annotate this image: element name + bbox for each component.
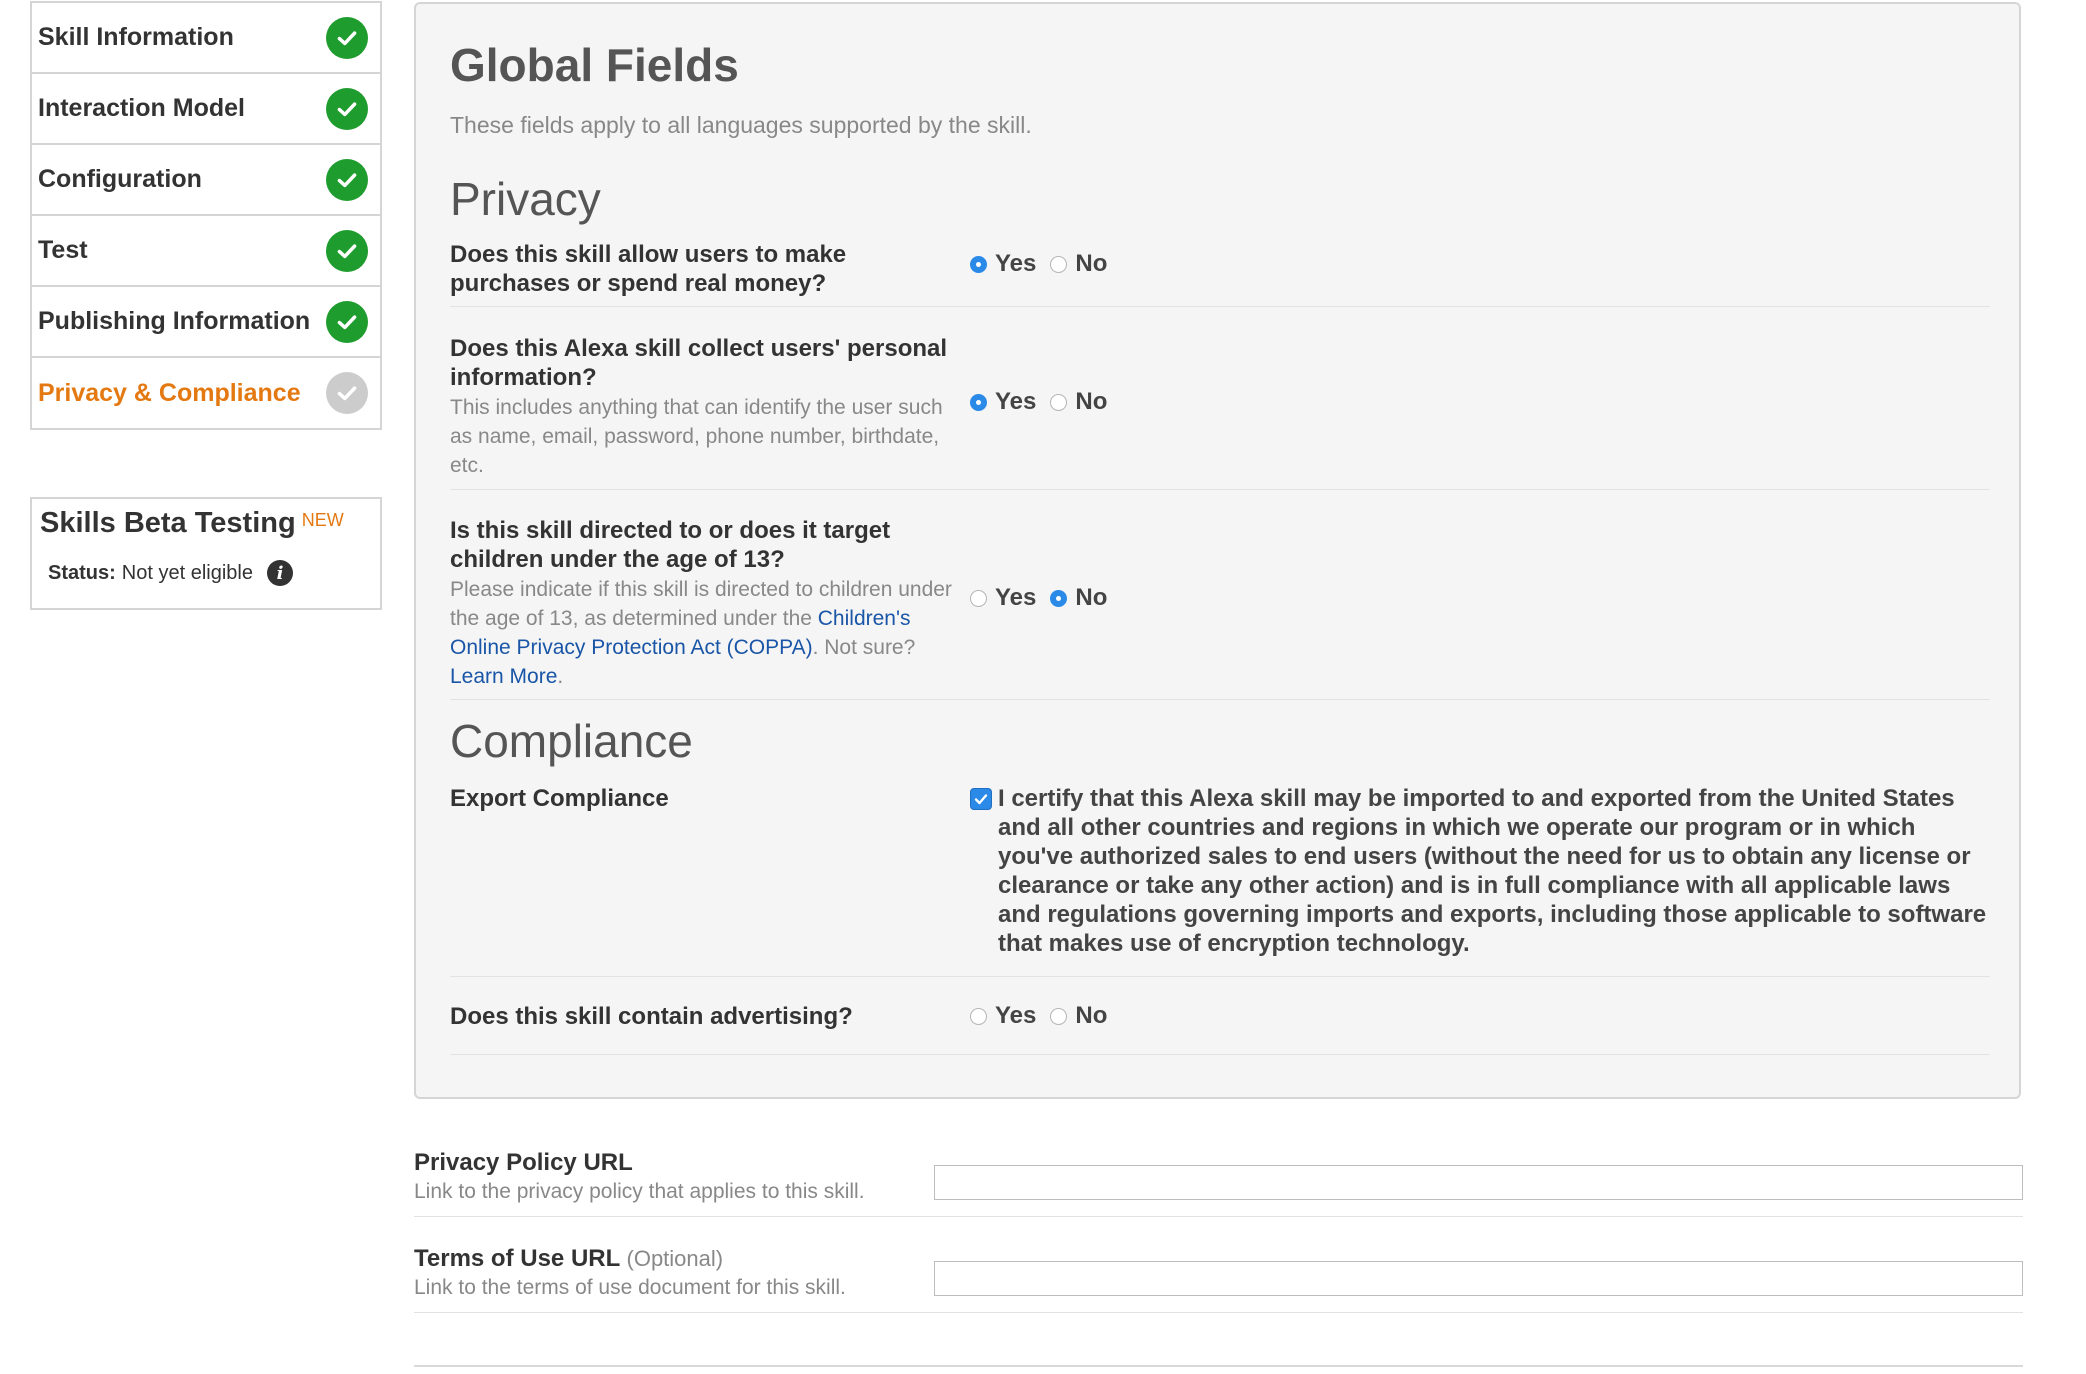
divider [450, 489, 1990, 490]
purchases-question: Does this skill allow users to make purc… [450, 240, 960, 298]
sidebar-nav: Skill Information Interaction Model Conf… [30, 1, 382, 430]
export-compliance-text: I certify that this Alexa skill may be i… [998, 785, 1987, 957]
radio-icon [1050, 393, 1068, 411]
check-circle-icon [326, 158, 368, 201]
sidebar-item-label: Privacy & Compliance [38, 378, 301, 407]
radio-icon [1050, 255, 1068, 273]
radio-icon [970, 589, 987, 607]
check-circle-icon [326, 229, 368, 272]
terms-of-use-label: Terms of Use URL (Optional) [414, 1245, 723, 1273]
terms-of-use-help: Link to the terms of use document for th… [414, 1276, 846, 1299]
check-circle-icon [326, 300, 368, 343]
children-help-text: . Not sure? [812, 636, 916, 659]
radio-no-label: No [1075, 250, 1108, 277]
status-label: Status: [48, 561, 116, 584]
children-help: Please indicate if this skill is directe… [450, 575, 960, 691]
sidebar-item-label: Test [38, 236, 88, 264]
sidebar-item-interaction-model[interactable]: Interaction Model [32, 74, 380, 145]
compliance-heading: Compliance [450, 715, 693, 767]
children-question-label: Is this skill directed to or does it tar… [450, 517, 891, 573]
purchases-radio-group: Yes No [970, 250, 1121, 278]
bottom-divider [414, 1365, 2023, 1367]
radio-yes-label: Yes [995, 584, 1037, 611]
purchases-no-radio[interactable]: No [1050, 250, 1107, 278]
privacy-policy-label: Privacy Policy URL [414, 1149, 633, 1176]
beta-testing-title: Skills Beta Testing [40, 507, 296, 539]
sidebar-item-label: Interaction Model [38, 94, 245, 122]
personal-info-help: This includes anything that can identify… [450, 396, 943, 477]
children-yes-radio[interactable]: Yes [970, 584, 1036, 612]
divider [414, 1216, 2023, 1217]
divider [450, 976, 1990, 977]
divider [414, 1312, 2023, 1313]
beta-status: Status: Not yet eligible i [40, 560, 372, 586]
personal-info-yes-radio[interactable]: Yes [970, 388, 1036, 416]
radio-icon [1050, 1007, 1068, 1025]
personal-info-radio-group: Yes No [970, 388, 1121, 416]
radio-no-label: No [1075, 388, 1108, 415]
sidebar-item-label: Configuration [38, 165, 202, 193]
radio-selected-icon [1050, 589, 1068, 607]
terms-of-use-label-text: Terms of Use URL [414, 1245, 620, 1272]
check-circle-icon [326, 16, 368, 59]
purchases-question-label: Does this skill allow users to make purc… [450, 241, 847, 297]
sidebar-item-privacy-compliance[interactable]: Privacy & Compliance [32, 358, 380, 428]
sidebar-item-publishing-information[interactable]: Publishing Information [32, 287, 380, 358]
privacy-policy-help: Link to the privacy policy that applies … [414, 1180, 865, 1203]
advertising-yes-radio[interactable]: Yes [970, 1002, 1036, 1030]
privacy-policy-url-input[interactable] [934, 1165, 2023, 1200]
check-circle-pending-icon [326, 372, 368, 414]
info-icon[interactable]: i [266, 560, 293, 586]
sidebar-item-configuration[interactable]: Configuration [32, 145, 380, 216]
export-compliance-checkbox[interactable] [970, 788, 992, 810]
status-value: Not yet eligible [121, 561, 253, 584]
divider [450, 1054, 1990, 1055]
radio-yes-label: Yes [995, 388, 1037, 415]
optional-label: (Optional) [626, 1246, 724, 1271]
beta-testing-box: Skills Beta Testing NEW Status: Not yet e… [30, 497, 382, 610]
sidebar-item-test[interactable]: Test [32, 216, 380, 287]
personal-info-no-radio[interactable]: No [1050, 388, 1107, 416]
children-help-text: . [557, 665, 564, 688]
learn-more-link[interactable]: Learn More [450, 665, 557, 688]
purchases-yes-radio[interactable]: Yes [970, 250, 1036, 278]
export-compliance-field: I certify that this Alexa skill may be i… [970, 784, 1990, 958]
privacy-heading: Privacy [450, 173, 601, 225]
export-compliance-label: Export Compliance [450, 785, 669, 812]
sidebar-item-skill-information[interactable]: Skill Information [32, 3, 380, 74]
radio-no-label: No [1075, 584, 1108, 611]
divider [450, 306, 1990, 307]
personal-info-question-label: Does this Alexa skill collect users' per… [450, 335, 948, 391]
page-subtitle: These fields apply to all languages supp… [450, 112, 1032, 138]
advertising-question-label: Does this skill contain advertising? [450, 1003, 853, 1030]
check-circle-icon [326, 87, 368, 130]
global-fields-panel: Global Fields These fields apply to all … [414, 2, 2021, 1099]
sidebar-item-label: Skill Information [38, 23, 234, 51]
children-no-radio[interactable]: No [1050, 584, 1107, 612]
advertising-no-radio[interactable]: No [1050, 1002, 1107, 1030]
radio-yes-label: Yes [995, 1002, 1037, 1029]
radio-yes-label: Yes [995, 250, 1037, 277]
radio-icon [970, 1007, 987, 1025]
radio-selected-icon [970, 393, 987, 411]
children-radio-group: Yes No [970, 584, 1121, 612]
sidebar-item-label: Publishing Information [38, 307, 311, 335]
radio-selected-icon [970, 255, 987, 273]
new-badge: NEW [301, 509, 344, 530]
radio-no-label: No [1075, 1002, 1108, 1029]
personal-info-question: Does this Alexa skill collect users' per… [450, 334, 960, 480]
page-title: Global Fields [450, 39, 739, 91]
terms-of-use-url-input[interactable] [934, 1261, 2023, 1296]
divider [450, 699, 1990, 700]
children-question: Is this skill directed to or does it tar… [450, 516, 960, 691]
advertising-radio-group: Yes No [970, 1002, 1121, 1030]
